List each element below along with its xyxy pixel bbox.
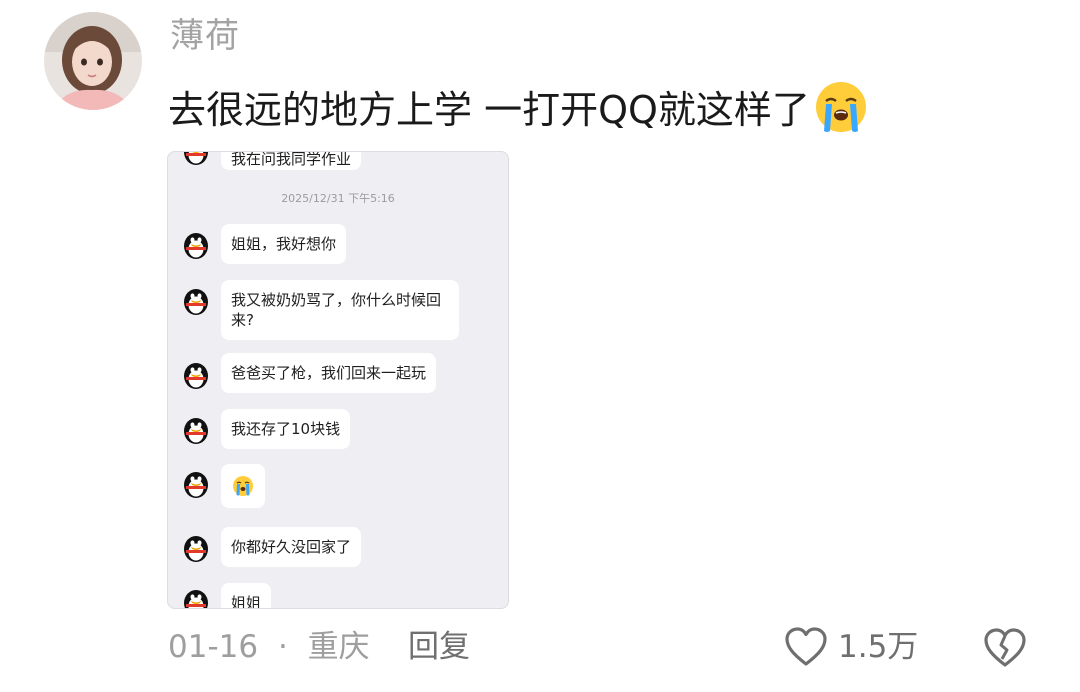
- chat-timestamp: 2025/12/31 下午5:16: [281, 192, 395, 205]
- attached-chat-screenshot[interactable]: 我在问我同学作业 2025/12/31 下午5:16 姐姐，我好想你 我又被奶奶…: [167, 151, 509, 609]
- qq-penguin-icon: [180, 413, 212, 445]
- meta-separator: ·: [277, 629, 288, 665]
- qq-penguin-icon: [180, 358, 212, 390]
- qq-penguin-icon: [180, 152, 212, 166]
- comment-date: 01-16: [168, 629, 259, 665]
- heart-outline-icon[interactable]: [783, 624, 829, 670]
- like-count: 1.5万: [838, 629, 919, 665]
- qq-penguin-icon: [180, 585, 212, 608]
- chat-bubble: 姐姐，我好想你: [221, 224, 347, 264]
- chat-bubble: 我又被奶奶骂了，你什么时候回来?: [221, 280, 459, 340]
- qq-penguin-icon: [180, 531, 212, 563]
- chat-bubble: 我在问我同学作业: [221, 151, 362, 170]
- avatar-image: [44, 12, 142, 110]
- broken-heart-icon[interactable]: [982, 625, 1028, 671]
- comment-text-row: 去很远的地方上学 一打开QQ就这样了: [168, 76, 870, 136]
- qq-penguin-icon: [180, 284, 212, 316]
- chat-bubble: 姐姐: [221, 583, 272, 609]
- comment-meta: 01-16 · 重庆: [168, 622, 370, 672]
- qq-penguin-icon: [180, 228, 212, 260]
- chat-message-text: 姐姐，我好想你: [231, 235, 337, 253]
- comment-text: 去很远的地方上学 一打开QQ就这样了: [168, 87, 810, 132]
- chat-bubble: 你都好久没回家了: [221, 527, 362, 567]
- chat-message-text: 我在问我同学作业: [231, 151, 352, 168]
- chat-message-text: 我又被奶奶骂了，你什么时候回来?: [231, 291, 442, 329]
- chat-message-text: 姐姐: [231, 594, 262, 609]
- chat-message-text: 你都好久没回家了: [231, 538, 352, 556]
- chat-bubble: [221, 464, 265, 508]
- qq-penguin-icon: [180, 467, 212, 499]
- chat-bubble: 我还存了10块钱: [221, 409, 351, 449]
- username[interactable]: 薄荷: [170, 14, 240, 58]
- chat-bubble: 爸爸买了枪，我们回来一起玩: [221, 353, 437, 393]
- crying-sticker-icon: [233, 476, 253, 496]
- comment-location: 重庆: [307, 629, 370, 665]
- chat-message-text: 爸爸买了枪，我们回来一起玩: [231, 364, 427, 382]
- reply-button[interactable]: 回复: [408, 622, 470, 672]
- loudly-crying-face-icon: [812, 77, 870, 135]
- user-avatar[interactable]: [44, 12, 142, 110]
- chat-message-text: 我还存了10块钱: [231, 420, 341, 438]
